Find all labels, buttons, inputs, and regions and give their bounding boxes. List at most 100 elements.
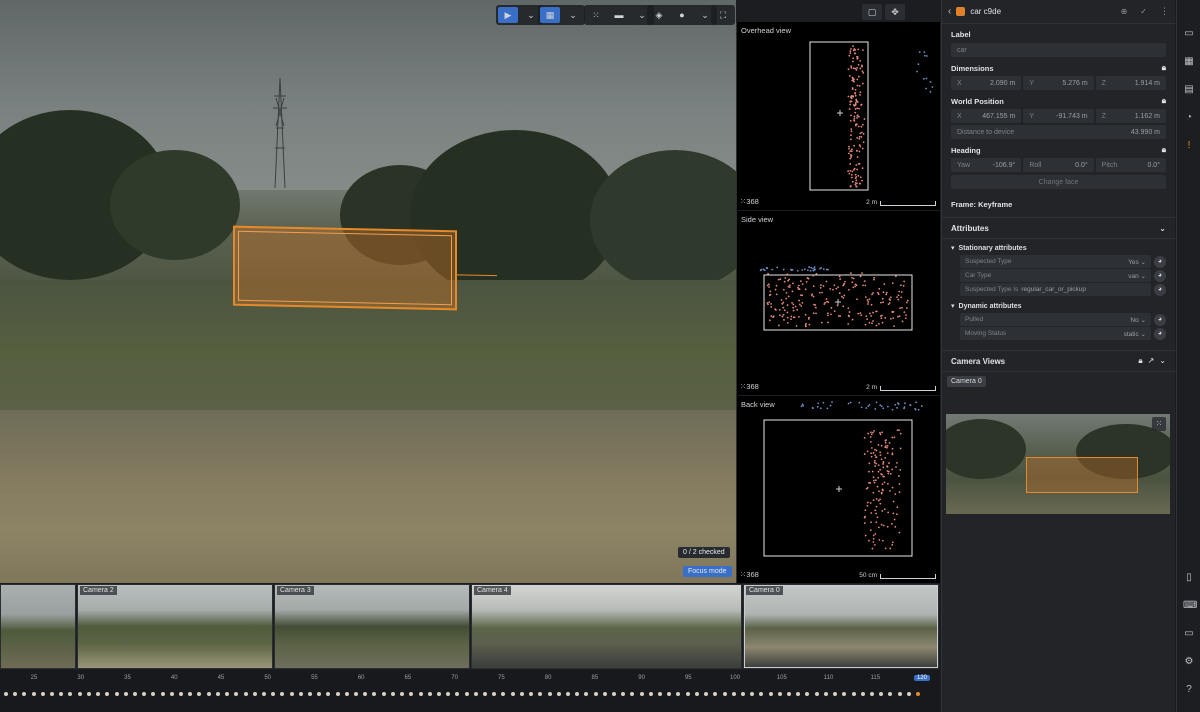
- lock-icon[interactable]: 🔒︎: [1162, 96, 1166, 106]
- timeline-frame-dot[interactable]: [722, 692, 727, 696]
- timeline-frame-dot[interactable]: [418, 692, 423, 696]
- palette-icon[interactable]: ◕: [1154, 313, 1166, 326]
- timeline-frame-dot[interactable]: [317, 692, 322, 696]
- timeline-frame-dot[interactable]: [22, 692, 27, 696]
- move-tool-icon[interactable]: ✥: [885, 4, 905, 20]
- camera-thumbnail-camera-2[interactable]: Camera 2: [77, 584, 273, 669]
- timeline-frame-dot[interactable]: [114, 692, 119, 696]
- timeline-frame-dot[interactable]: [252, 692, 257, 696]
- timeline-frame-dot[interactable]: [630, 692, 635, 696]
- timeline-frame-dot[interactable]: [13, 692, 18, 696]
- timeline-frame-dot[interactable]: [519, 692, 524, 696]
- timeline-frame-dot[interactable]: [446, 692, 451, 696]
- timeline-frame-dot[interactable]: [676, 692, 681, 696]
- timeline-frame-dot[interactable]: [271, 692, 276, 696]
- timeline-frame-dot[interactable]: [750, 692, 755, 696]
- timeline-frame-dot[interactable]: [215, 692, 220, 696]
- camera-thumbnail-camera-3[interactable]: Camera 3: [274, 584, 470, 669]
- yaw-field[interactable]: Yaw -106.9°: [951, 158, 1022, 172]
- circle-icon[interactable]: ●: [672, 7, 692, 23]
- timeline-frame-dot[interactable]: [344, 692, 349, 696]
- palette-icon[interactable]: ◕: [1154, 269, 1166, 282]
- timeline-frame-dot[interactable]: [31, 692, 36, 696]
- timeline-frame-dot[interactable]: [639, 692, 644, 696]
- timeline-frame-dot[interactable]: [704, 692, 709, 696]
- timeline-frame-dot[interactable]: [759, 692, 764, 696]
- timeline-frame-dot[interactable]: [906, 692, 911, 696]
- camera-views-header[interactable]: Camera Views 🔒︎ ↗ ⌄: [942, 350, 1175, 372]
- timeline-frame-dot[interactable]: [713, 692, 718, 696]
- dimension-x-field[interactable]: X 2.090 m: [951, 76, 1022, 90]
- timeline-frame-dot[interactable]: [409, 692, 414, 696]
- timeline-frame-dot[interactable]: [86, 692, 91, 696]
- timeline-frame-dot[interactable]: [77, 692, 82, 696]
- timeline-frame-dot[interactable]: [805, 692, 810, 696]
- camera-thumbnail[interactable]: [0, 584, 76, 669]
- timeline-frame-dot[interactable]: [768, 692, 773, 696]
- timeline-frame-dot[interactable]: [584, 692, 589, 696]
- timeline-frame-dot[interactable]: [740, 692, 745, 696]
- camera-tag[interactable]: Camera 0: [947, 376, 986, 387]
- keyboard-icon[interactable]: ⌨: [1183, 600, 1197, 612]
- chart-icon[interactable]: ◔: [1183, 112, 1195, 124]
- change-face-button[interactable]: Change face: [951, 175, 1166, 189]
- timeline-frame-dot[interactable]: [473, 692, 478, 696]
- timeline-frame-dot[interactable]: [132, 692, 137, 696]
- timeline-frame-dot[interactable]: [787, 692, 792, 696]
- timeline-frame-dot[interactable]: [243, 692, 248, 696]
- timeline-frame-dot[interactable]: [860, 692, 865, 696]
- timeline-frame-dot[interactable]: [381, 692, 386, 696]
- timeline-frame-dot[interactable]: [602, 692, 607, 696]
- timeline-frame-dot[interactable]: [169, 692, 174, 696]
- chevron-down-icon[interactable]: ⌄: [563, 7, 583, 23]
- dimension-z-field[interactable]: Z 1.914 m: [1095, 76, 1166, 90]
- timeline-frame-dot[interactable]: [851, 692, 856, 696]
- timeline-frame-dot[interactable]: [538, 692, 543, 696]
- more-icon[interactable]: ⋮: [1160, 6, 1169, 17]
- timeline-frame-dot[interactable]: [510, 692, 515, 696]
- timeline-frame-dot[interactable]: [612, 692, 616, 696]
- timeline-frame-dot[interactable]: [916, 692, 920, 696]
- timeline-frame-dot[interactable]: [823, 692, 828, 696]
- layers-icon[interactable]: ◈: [649, 7, 669, 23]
- back-chevron-icon[interactable]: ‹: [948, 6, 951, 17]
- chevron-down-icon[interactable]: ⌄: [1159, 356, 1166, 366]
- side-view[interactable]: Side view ⁙368 2 m: [736, 211, 940, 395]
- timeline-frame-dot[interactable]: [160, 692, 165, 696]
- timeline-frame-dot[interactable]: [142, 692, 147, 696]
- camera-view-preview[interactable]: ⁙: [946, 414, 1170, 514]
- timeline-frame-dot[interactable]: [234, 692, 239, 696]
- timeline-frame-dot[interactable]: [390, 692, 395, 696]
- timeline-frame-dot[interactable]: [658, 692, 663, 696]
- timeline-frame-dot[interactable]: [400, 692, 405, 696]
- chat-icon[interactable]: ▭: [1183, 628, 1195, 640]
- car-type-select[interactable]: Car Type van ⌄: [960, 269, 1151, 282]
- timeline-frame-dot[interactable]: [96, 692, 101, 696]
- timeline-frame-dot[interactable]: [455, 692, 460, 696]
- timeline-frame-dot[interactable]: [796, 692, 801, 696]
- attributes-header[interactable]: Attributes ⌄: [942, 217, 1175, 239]
- timeline-frame-dot[interactable]: [206, 692, 211, 696]
- moving-status-select[interactable]: Moving Status static ⌄: [960, 327, 1151, 340]
- timeline-frame-dot[interactable]: [436, 692, 441, 696]
- pitch-field[interactable]: Pitch 0.0°: [1095, 158, 1166, 172]
- single-view-icon[interactable]: ▢: [862, 4, 882, 20]
- timeline-frame-dot[interactable]: [501, 692, 506, 696]
- timeline-frame-dot[interactable]: [685, 692, 690, 696]
- lock-icon[interactable]: 🔒︎: [1138, 356, 1142, 366]
- timeline-frame-dot[interactable]: [777, 692, 782, 696]
- points-icon[interactable]: ⁙: [1152, 417, 1166, 431]
- timeline-frame-dot[interactable]: [225, 692, 230, 696]
- timeline-frame-dot[interactable]: [621, 692, 626, 696]
- timeline-frame-dot[interactable]: [50, 692, 55, 696]
- timeline-frame-dot[interactable]: [335, 692, 340, 696]
- fullscreen-icon[interactable]: ⛶: [713, 7, 733, 23]
- back-view[interactable]: Back view ⁙368 50 cm: [736, 396, 940, 583]
- warning-icon[interactable]: !: [1183, 140, 1195, 152]
- position-y-field[interactable]: Y -91.743 m: [1023, 109, 1094, 123]
- timeline-frame-dot[interactable]: [123, 692, 128, 696]
- lock-icon[interactable]: 🔒︎: [1162, 63, 1166, 73]
- overhead-view[interactable]: Overhead view ⁙368 2 m: [736, 22, 940, 210]
- timeline-frame-dot[interactable]: [833, 692, 838, 696]
- timeline-frame-dot[interactable]: [547, 692, 552, 696]
